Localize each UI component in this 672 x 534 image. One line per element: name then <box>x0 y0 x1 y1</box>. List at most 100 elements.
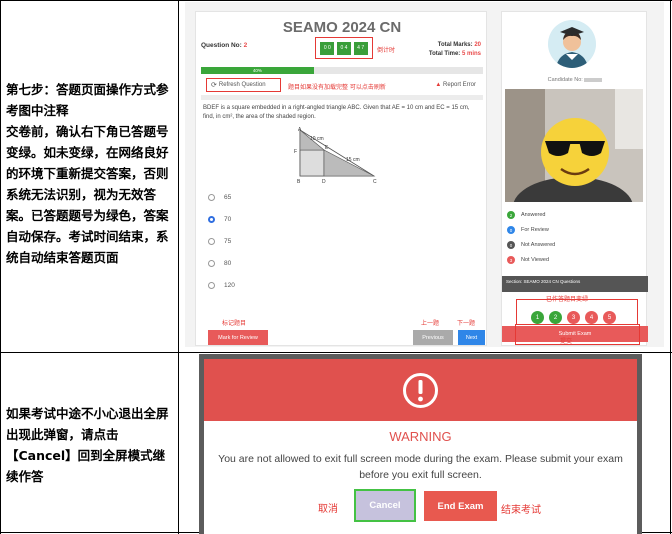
label-b: B <box>297 179 301 184</box>
exam-page-screenshot: SEAMO 2024 CN Question No: 2 0 0 0 4 4 7… <box>185 2 664 347</box>
question-text: BDEF is a square embedded in a right-ang… <box>203 105 470 120</box>
legend-label: Answered <box>521 212 546 218</box>
legend-dot: 0 <box>507 241 515 249</box>
table-border-left <box>0 0 1 534</box>
table-row-divider <box>0 352 672 353</box>
question-number: Question No: 2 <box>201 42 247 49</box>
webcam-preview <box>505 89 643 202</box>
candidate-number-label: Candidate No: <box>547 77 583 83</box>
answer-option[interactable]: 70 <box>208 216 231 223</box>
radio-button[interactable] <box>208 260 215 267</box>
radio-button[interactable] <box>208 194 215 201</box>
cancel-button[interactable]: Cancel <box>354 489 416 522</box>
next-annotation: 下一题 <box>457 320 476 327</box>
label-f: F <box>294 149 297 155</box>
radio-button[interactable] <box>208 282 215 289</box>
square-bdef <box>299 149 325 177</box>
exit-fullscreen-instructions: 如果考试中途不小心退出全屏出现此弹窗，请点击【Cancel】回到全屏模式继续作答 <box>6 406 169 484</box>
legend-dot: 0 <box>507 226 515 234</box>
exam-panel: SEAMO 2024 CN Question No: 2 0 0 0 4 4 7… <box>195 11 487 346</box>
answer-option[interactable]: 75 <box>208 238 231 245</box>
progress-fill: 40% <box>201 67 314 74</box>
candidate-sidebar: Candidate No: 2 Answered 0 For Review 0 … <box>501 11 648 346</box>
report-error-link[interactable]: ▲ Report Error <box>435 82 476 88</box>
total-marks-label: Total Marks: <box>437 42 473 48</box>
total-marks-value: 20 <box>474 42 481 48</box>
report-error-label: Report Error <box>442 82 476 88</box>
question-number-value: 2 <box>243 42 248 49</box>
exclamation-circle-icon <box>403 373 438 408</box>
timer-hours: 0 0 <box>320 41 335 55</box>
warning-modal-screenshot: WARNING You are not allowed to exit full… <box>199 354 642 534</box>
triangle-figure: A E F B D C 10 cm 15 cm <box>294 127 377 184</box>
legend-not-answered: 0 Not Answered <box>507 241 555 249</box>
end-exam-annotation: 结束考试 <box>501 505 541 516</box>
timer-annotation: 倒计时 <box>377 47 396 54</box>
label-ec: 15 cm <box>346 157 360 163</box>
legend-label: Not Answered <box>521 242 556 248</box>
candidate-number: Candidate No: <box>502 77 648 83</box>
table-column-divider <box>178 0 179 534</box>
previous-annotation: 上一题 <box>421 320 440 327</box>
question-palette-item[interactable]: 3 <box>567 311 580 324</box>
previous-button[interactable]: Previous <box>413 330 453 345</box>
person-avatar-icon <box>548 20 596 68</box>
question-palette-item[interactable]: 4 <box>585 311 598 324</box>
candidate-avatar <box>548 20 596 68</box>
modal-header <box>204 359 637 421</box>
shaded-triangle-right <box>323 149 375 177</box>
label-ae: 10 cm <box>310 136 324 142</box>
total-time-label: Total Time: <box>428 51 461 57</box>
exam-title: SEAMO 2024 CN <box>282 19 402 36</box>
modal-message: You are not allowed to exit full screen … <box>218 453 623 481</box>
legend-dot: 3 <box>507 256 515 264</box>
submit-annotation: 提交 <box>560 338 573 345</box>
option-label: 120 <box>224 282 235 289</box>
option-label: 80 <box>224 260 232 267</box>
radio-button[interactable] <box>208 238 215 245</box>
end-exam-button[interactable]: End Exam <box>424 491 497 521</box>
progress-bar: 40% <box>201 67 483 74</box>
warning-triangle-icon: ▲ <box>435 82 442 88</box>
warning-modal: WARNING You are not allowed to exit full… <box>204 359 637 534</box>
countdown-timer: 0 0 0 4 4 7 <box>315 37 373 59</box>
table-border-top <box>0 0 672 1</box>
total-time-value: 5 mins <box>461 51 481 57</box>
timer-seconds: 4 7 <box>353 41 368 55</box>
legend-dot: 2 <box>507 211 515 219</box>
submit-highlight <box>515 324 640 345</box>
legend-answered: 2 Answered <box>507 211 545 219</box>
webcam-image <box>505 89 643 202</box>
legend-label: Not Viewed <box>521 257 550 263</box>
question-palette-item[interactable]: 1 <box>531 311 544 324</box>
legend-for-review: 0 For Review <box>507 226 549 234</box>
table-border-right <box>670 0 671 534</box>
mark-for-review-button[interactable]: Mark for Review <box>208 330 268 345</box>
question-palette-item[interactable]: 5 <box>603 311 616 324</box>
section-header: Section: SEAMO 2024 CN Questions <box>502 276 648 292</box>
question-number-label: Question No: <box>201 42 242 49</box>
question-palette-item[interactable]: 2 <box>549 311 562 324</box>
step-seven-instructions: 第七步：答题页面操作方式参考图中注释 交卷前，确认右下角已答题号变绿。如未变绿，… <box>6 82 169 265</box>
marks-summary: Total Marks: 20 Total Time: 5 mins <box>429 41 481 59</box>
answer-option[interactable]: 120 <box>208 282 235 289</box>
radio-button-selected[interactable] <box>208 216 215 223</box>
mark-annotation: 标记题目 <box>222 320 247 327</box>
refresh-icon: ⟳ <box>211 82 217 89</box>
modal-title: WARNING <box>389 429 452 444</box>
option-label: 75 <box>224 238 232 245</box>
cancel-annotation: 取消 <box>318 504 338 515</box>
refresh-question-button[interactable]: ⟳ Refresh Question <box>206 78 281 92</box>
timer-minutes: 0 4 <box>336 41 351 55</box>
option-label: 70 <box>224 216 232 223</box>
next-button[interactable]: Next <box>458 330 485 345</box>
legend-label: For Review <box>521 227 549 233</box>
document-table: 第七步：答题页面操作方式参考图中注释 交卷前，确认右下角已答题号变绿。如未变绿，… <box>0 0 672 534</box>
answer-option[interactable]: 65 <box>208 194 231 201</box>
question-divider <box>201 95 483 100</box>
refresh-annotation: 题目如果没有加载完整 可以点击刷新 <box>288 84 386 91</box>
label-c: C <box>373 179 377 184</box>
label-d: D <box>322 179 326 184</box>
answer-option[interactable]: 80 <box>208 260 231 267</box>
candidate-number-redacted <box>584 77 603 82</box>
